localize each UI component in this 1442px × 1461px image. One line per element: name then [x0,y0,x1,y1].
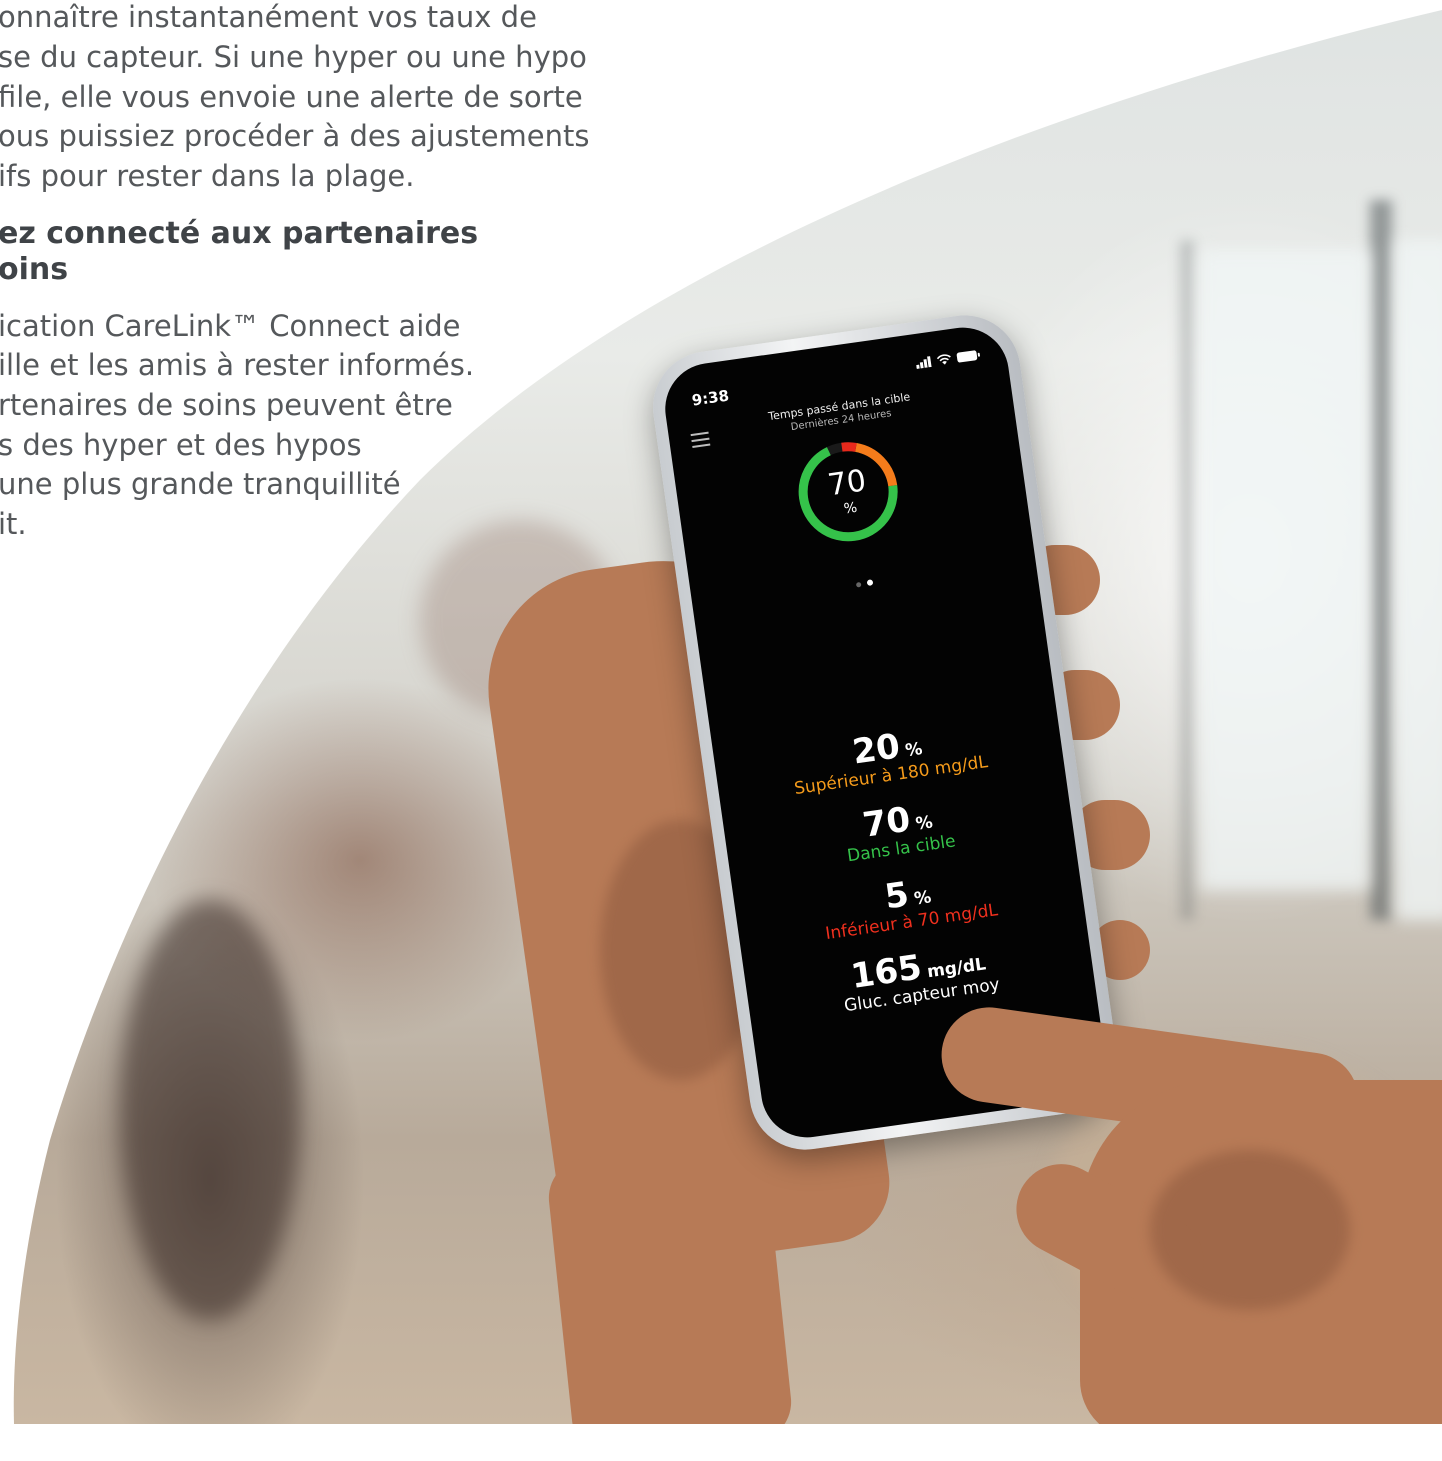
stat-unit: % [904,739,924,762]
status-time: 9:38 [690,386,731,410]
stat-value: 5 [882,874,912,918]
hand-shadow [1150,1150,1350,1310]
section-heading: ez connecté aux partenaires [0,216,479,251]
paragraph-line: ous puissiez procéder à des ajustements [0,119,590,153]
page-dot-active[interactable] [866,579,873,586]
paragraph-line: file, elle vous envoie une alerte de sor… [0,80,583,114]
wifi-icon [936,353,952,366]
paragraph-line: rtenaires de soins peuvent être [0,388,453,422]
paragraph-line: ication CareLink™ Connect aide [0,309,461,343]
paragraph-line: se du capteur. Si une hyper ou une hypo [0,40,587,74]
stat-unit: % [912,887,933,910]
battery-icon [956,349,981,363]
window-frame [1370,200,1392,920]
hero-photo: 9:38 Temps passé dans la cible Dernières… [0,0,1442,1424]
paragraph-line: ifs pour rester dans la plage. [0,159,415,193]
paragraph-line: s des hyper et des hypos [0,428,362,462]
cellular-signal-icon [915,356,932,369]
page-dot[interactable] [855,582,861,588]
paragraph-line: onnaître instantanément vos taux de [0,0,537,34]
window-frame [1180,240,1194,920]
paragraph-line: une plus grande tranquillité [0,467,401,501]
bright-window [1395,240,1442,920]
paragraph-line: it. [0,507,27,541]
status-bar-icons [915,349,981,369]
stat-unit: % [914,812,935,835]
section-heading: oins [0,252,69,287]
paragraph-line: ille et les amis à rester informés. [0,348,475,382]
background-person [120,900,300,1320]
bright-window [1200,250,1370,890]
wrist [545,1139,795,1460]
page-indicator[interactable] [691,548,1036,615]
